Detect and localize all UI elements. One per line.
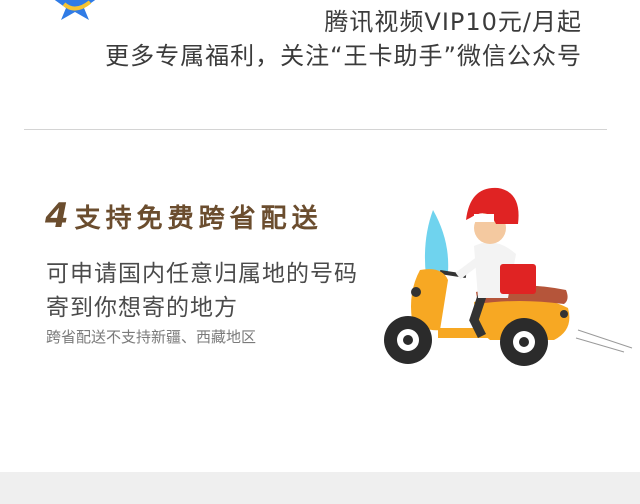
feature-description-line2: 寄到你想寄的地方 <box>46 295 238 321</box>
feature-number: 4 <box>45 196 69 236</box>
feature-title: 4 支持免费跨省配送 <box>45 196 323 236</box>
feature-note: 跨省配送不支持新疆、西藏地区 <box>46 328 257 346</box>
delivery-scooter-icon <box>384 187 633 366</box>
feature-description-line1: 可申请国内任意归属地的号码 <box>46 261 358 287</box>
promo-vip-price: 腾讯视频VIP10元/月起 <box>324 8 582 36</box>
section-divider <box>24 129 607 130</box>
star-logo-icon <box>54 0 96 20</box>
footer-band <box>0 472 640 504</box>
promo-follow-wechat: 更多专属福利，关注“王卡助手”微信公众号 <box>105 42 582 70</box>
feature-heading: 支持免费跨省配送 <box>74 203 323 234</box>
